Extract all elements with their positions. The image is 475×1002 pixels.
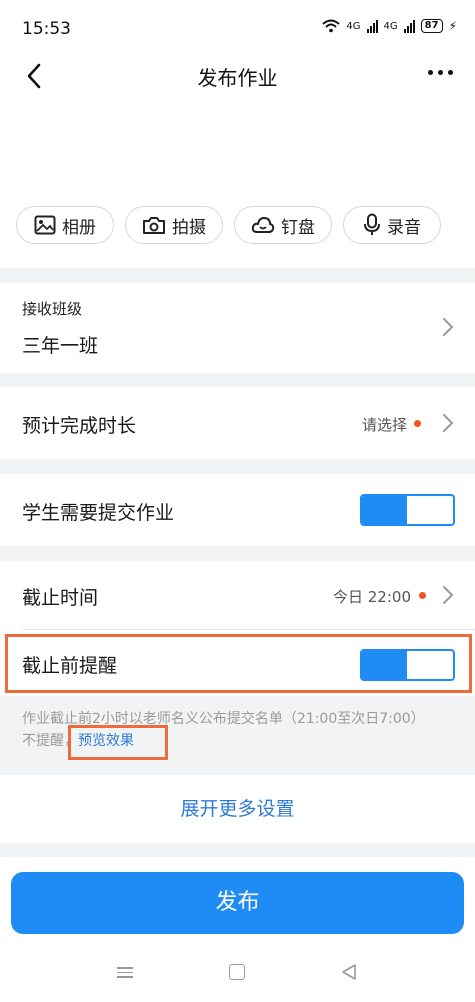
more-options-button[interactable]: [428, 70, 453, 75]
submit-required-label: 学生需要提交作业: [22, 502, 175, 524]
camera-icon: [143, 217, 165, 234]
microphone-icon: [364, 213, 380, 235]
expand-more-settings-button[interactable]: 展开更多设置: [0, 775, 475, 843]
charging-icon: ⚡: [448, 19, 457, 33]
cloud-drive-icon: [251, 217, 275, 233]
page-title: 发布作业: [197, 66, 278, 90]
deadline-label: 截止时间: [22, 587, 99, 609]
nav-bar: 发布作业: [0, 58, 475, 98]
signal-icon: [366, 19, 378, 33]
camera-label: 拍摄: [172, 217, 206, 238]
status-time: 15:53: [22, 19, 71, 39]
network-type-2: 4G: [383, 20, 398, 32]
chevron-right-icon: [443, 586, 454, 604]
submit-required-toggle[interactable]: [360, 494, 455, 526]
toggle-on-indicator: [362, 496, 407, 524]
chevron-right-icon: [443, 318, 454, 336]
required-dot: [419, 592, 426, 599]
battery-level: 87: [420, 19, 443, 33]
signal-icon-2: [403, 19, 415, 33]
receive-class-value: 三年一班: [22, 335, 99, 357]
submit-required-row: 学生需要提交作业: [0, 474, 475, 546]
more-dot: [448, 70, 453, 75]
receive-class-label: 接收班级: [22, 300, 83, 318]
home-icon[interactable]: [229, 964, 245, 980]
dingpan-button[interactable]: 钉盘: [234, 206, 332, 244]
menu-icon[interactable]: [117, 967, 133, 978]
deadline-value: 今日 22:00: [333, 588, 411, 606]
back-triangle-icon[interactable]: [340, 963, 358, 981]
duration-value: 请选择: [361, 416, 407, 434]
more-dot: [438, 70, 443, 75]
content-editor[interactable]: 相册 拍摄 钉盘 录音: [0, 98, 475, 268]
receive-class-row[interactable]: 接收班级 三年一班: [0, 283, 475, 373]
camera-button[interactable]: 拍摄: [125, 206, 223, 244]
status-bar: 15:53 4G 4G 87 ⚡: [0, 0, 475, 58]
record-button[interactable]: 录音: [343, 206, 441, 244]
required-dot: [414, 420, 421, 427]
publish-button[interactable]: 发布: [11, 872, 464, 934]
deadline-row[interactable]: 截止时间 今日 22:00: [0, 561, 475, 629]
divider: [22, 629, 475, 630]
status-icons: 4G 4G 87 ⚡: [322, 19, 457, 33]
reminder-highlight-box: [5, 634, 472, 693]
album-button[interactable]: 相册: [16, 206, 114, 244]
duration-row[interactable]: 预计完成时长 请选择: [0, 387, 475, 459]
preview-highlight-box: [68, 725, 168, 760]
dingpan-label: 钉盘: [281, 217, 315, 238]
chevron-right-icon: [443, 414, 454, 432]
more-dot: [428, 70, 433, 75]
media-toolbar: 相册 拍摄 钉盘 录音: [16, 206, 441, 244]
wifi-icon: [322, 19, 341, 33]
record-label: 录音: [387, 217, 421, 238]
duration-label: 预计完成时长: [22, 415, 137, 437]
network-type-1: 4G: [346, 20, 361, 32]
album-label: 相册: [62, 217, 96, 238]
system-nav-bar: [0, 955, 475, 995]
image-icon: [34, 215, 56, 235]
